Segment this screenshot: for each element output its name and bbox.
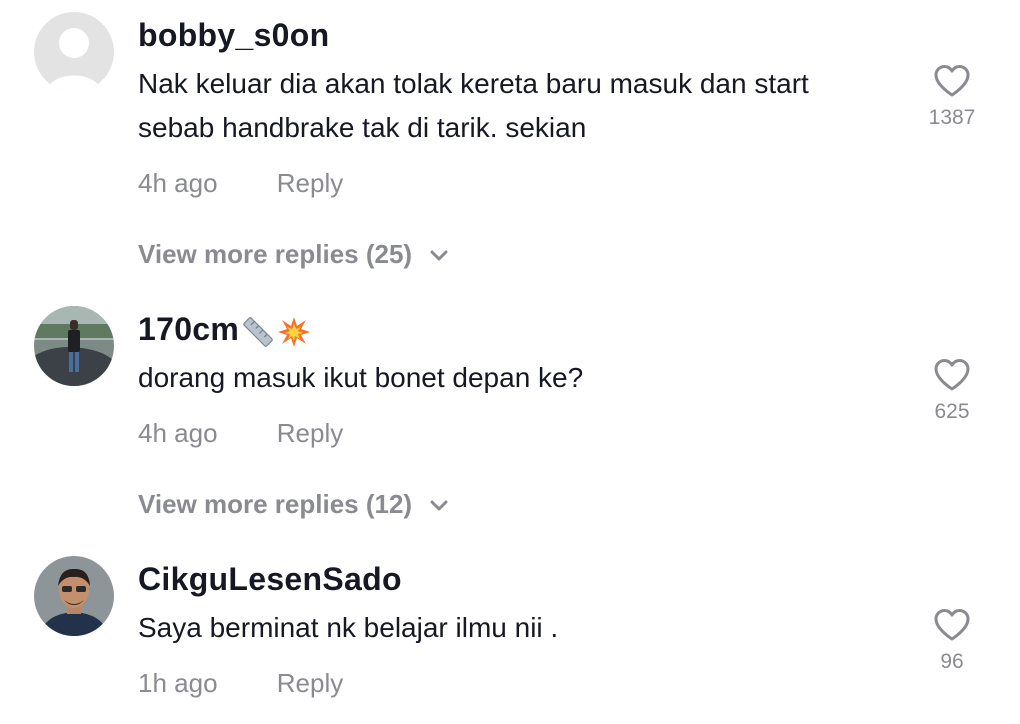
username-text: 170cm <box>138 311 240 347</box>
username[interactable]: 170cm <box>138 311 311 348</box>
like-button[interactable]: 625 <box>912 358 992 424</box>
reply-button[interactable]: Reply <box>277 168 343 198</box>
view-more-replies-button[interactable]: View more replies (25) <box>138 239 449 270</box>
view-more-replies-label: View more replies (25) <box>138 239 413 269</box>
avatar[interactable] <box>34 306 114 386</box>
comment-meta: 4h ago Reply <box>138 168 343 199</box>
comment-text: Nak keluar dia akan tolak kereta baru ma… <box>138 62 918 150</box>
heart-icon <box>934 359 970 391</box>
photo-avatar-icon <box>34 556 114 636</box>
like-count: 1387 <box>928 106 976 129</box>
view-more-replies-button[interactable]: View more replies (12) <box>138 489 449 520</box>
chevron-down-icon <box>430 250 448 261</box>
avatar[interactable] <box>34 556 114 636</box>
collision-icon <box>278 316 311 347</box>
like-button[interactable]: 1387 <box>912 64 992 130</box>
like-button[interactable]: 96 <box>912 608 992 674</box>
photo-avatar-icon <box>34 306 114 386</box>
username[interactable]: CikguLesenSado <box>138 561 402 598</box>
chevron-down-icon <box>430 500 448 511</box>
default-avatar-icon <box>34 12 114 92</box>
comment-text: dorang masuk ikut bonet depan ke? <box>138 356 918 400</box>
comment-text-line: dorang masuk ikut bonet depan ke? <box>138 362 584 393</box>
heart-icon <box>934 65 970 97</box>
timestamp: 4h ago <box>138 168 218 198</box>
avatar[interactable] <box>34 12 114 92</box>
comment-meta: 1h ago Reply <box>138 668 343 699</box>
timestamp: 1h ago <box>138 668 218 698</box>
comment-meta: 4h ago Reply <box>138 418 343 449</box>
reply-button[interactable]: Reply <box>277 668 343 698</box>
comment-text-line: Nak keluar dia akan tolak kereta baru ma… <box>138 68 809 99</box>
reply-button[interactable]: Reply <box>277 418 343 448</box>
view-more-replies-label: View more replies (12) <box>138 489 413 519</box>
ruler-icon <box>243 316 273 347</box>
like-count: 625 <box>934 400 970 423</box>
comment-text-line: Saya berminat nk belajar ilmu nii . <box>138 612 559 643</box>
comment-text-line: sebab handbrake tak di tarik. sekian <box>138 112 587 143</box>
username[interactable]: bobby_s0on <box>138 17 329 54</box>
comment-text: Saya berminat nk belajar ilmu nii . <box>138 606 918 650</box>
heart-icon <box>934 609 970 641</box>
like-count: 96 <box>940 650 964 673</box>
timestamp: 4h ago <box>138 418 218 448</box>
